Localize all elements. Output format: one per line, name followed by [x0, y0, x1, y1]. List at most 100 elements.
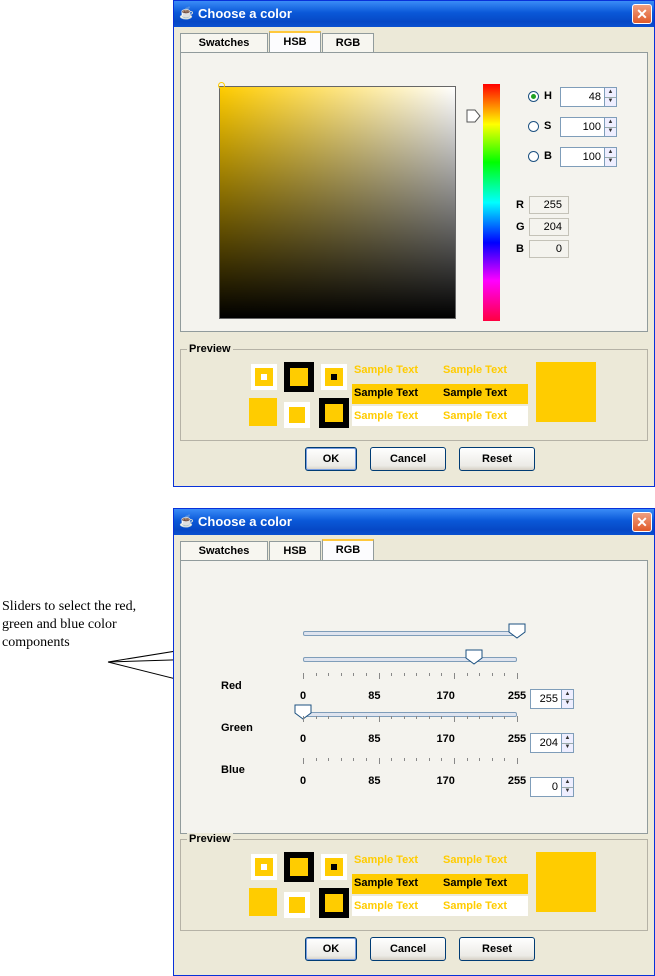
red-slider-tick-label: 255 [507, 690, 527, 702]
blue-slider-tick [504, 758, 506, 761]
spin-down-icon[interactable]: ▼ [562, 787, 573, 796]
green-field[interactable]: 204 [530, 733, 562, 753]
blue-slider-tick [315, 758, 317, 761]
rgb-panel: Red 255 ▲ ▼ Green 204 ▲ ▼ Blue 0 ▲ ▼ 0 85 170… [180, 560, 648, 834]
blue-slider-tick [403, 758, 405, 761]
green-slider-tick [416, 716, 418, 719]
sample-text: Sample Text [443, 877, 507, 889]
tab-rgb[interactable]: RGB [322, 539, 374, 561]
green-slider-tick [328, 716, 330, 719]
red-slider[interactable] [508, 623, 526, 639]
blue-slider-tick [491, 758, 493, 761]
preview-swatch-dot [261, 864, 267, 870]
blue-slider-tick [340, 758, 342, 761]
red-spinner[interactable]: ▲ ▼ [561, 689, 574, 709]
blue-field[interactable]: 0 [530, 777, 562, 797]
green-slider-tick [504, 716, 506, 719]
tab-swatches-label: Swatches [198, 545, 250, 557]
red-slider-tick [479, 673, 481, 676]
red-slider-tick-label: 85 [368, 690, 381, 702]
red-slider-tick-label: 0 [299, 690, 307, 702]
green-slider-tick [466, 716, 468, 719]
red-field[interactable]: 255 [530, 689, 562, 709]
red-slider-tick [378, 673, 380, 679]
red-slider-tick [466, 673, 468, 676]
preview-panel: Preview Sample Text Sample Text Sample T… [180, 833, 648, 931]
tab-hsb[interactable]: HSB [269, 541, 321, 560]
window-title: Choose a color [198, 514, 292, 529]
sample-text: Sample Text [443, 854, 507, 866]
red-slider-tick [491, 673, 493, 676]
red-slider-tick [365, 673, 367, 676]
blue-spinner[interactable]: ▲ ▼ [561, 777, 574, 797]
preview-swatch [249, 888, 277, 916]
preview-swatch [321, 854, 347, 880]
tab-swatches[interactable]: Swatches [180, 541, 268, 560]
sample-text: Sample Text [443, 900, 507, 912]
green-spinner[interactable]: ▲ ▼ [561, 733, 574, 753]
preview-swatch [251, 854, 277, 880]
green-slider[interactable] [465, 649, 483, 665]
red-slider-tick [303, 673, 304, 679]
tab-rgb-label: RGB [335, 544, 361, 556]
preview-swatch-inner [255, 858, 273, 876]
spin-down-icon[interactable]: ▼ [562, 699, 573, 708]
green-slider-track[interactable] [303, 657, 517, 662]
blue-slider-tick [416, 758, 418, 761]
blue-slider-tick [466, 758, 468, 761]
blue-slider-tick [454, 758, 456, 764]
blue-slider-tick-label: 85 [368, 775, 381, 787]
preview-swatch-inner [289, 897, 305, 913]
blue-slider-track[interactable] [303, 712, 517, 717]
blue-slider-tick [391, 758, 393, 761]
blue-slider-tick [303, 758, 304, 764]
red-slider-tick [403, 673, 405, 676]
green-slider-tick [340, 716, 342, 719]
green-slider-tick [517, 716, 518, 722]
slider-thumb-icon[interactable] [465, 649, 483, 665]
preview-swatch-inner [290, 858, 308, 876]
green-slider-tick [365, 716, 367, 719]
red-slider-tick [416, 673, 418, 676]
blue-slider-tick-label: 0 [299, 775, 307, 787]
red-slider-track[interactable] [303, 631, 517, 636]
preview-swatch [319, 888, 349, 918]
red-slider-tick [504, 673, 506, 676]
slider-thumb-icon[interactable] [508, 623, 526, 639]
reset-button[interactable]: Reset [459, 937, 535, 961]
close-button[interactable]: ✕ [632, 512, 652, 532]
green-slider-tick [479, 716, 481, 719]
red-slider-tick [328, 673, 330, 676]
red-slider-tick [340, 673, 342, 676]
green-slider-tick [491, 716, 493, 719]
blue-slider-tick [479, 758, 481, 761]
tab-hsb-label: HSB [283, 545, 307, 557]
green-slider-tick [303, 716, 304, 722]
green-slider-tick-label: 170 [436, 733, 455, 745]
blue-slider-tick [517, 758, 518, 764]
title-bar[interactable]: ☕ Choose a color ✕ [174, 509, 654, 535]
red-slider-tick [428, 673, 430, 676]
green-slider-tick [403, 716, 405, 719]
blue-slider-tick [378, 758, 380, 764]
cancel-button[interactable]: Cancel [370, 937, 446, 961]
green-slider-tick [378, 716, 380, 722]
green-label: Green [221, 722, 253, 734]
preview-swatch-dot [331, 864, 337, 870]
java-icon: ☕ [179, 514, 194, 528]
green-slider-tick-label: 85 [368, 733, 381, 745]
preview-label: Preview [187, 833, 233, 845]
preview-color-box [536, 852, 596, 912]
blue-label: Blue [221, 764, 245, 776]
red-slider-tick [391, 673, 393, 676]
sample-text: Sample Text [354, 854, 418, 866]
spin-down-icon[interactable]: ▼ [562, 743, 573, 752]
sample-text: Sample Text [354, 877, 418, 889]
color-chooser-dialog-rgb: ☕ Choose a color ✕ Swatches HSB RGB Red … [173, 508, 655, 976]
sample-text: Sample Text [354, 900, 418, 912]
red-slider-tick [454, 673, 456, 679]
green-slider-tick-label: 255 [507, 733, 527, 745]
green-slider-tick [353, 716, 355, 719]
green-slider-tick [391, 716, 393, 719]
red-slider-tick [517, 673, 518, 679]
